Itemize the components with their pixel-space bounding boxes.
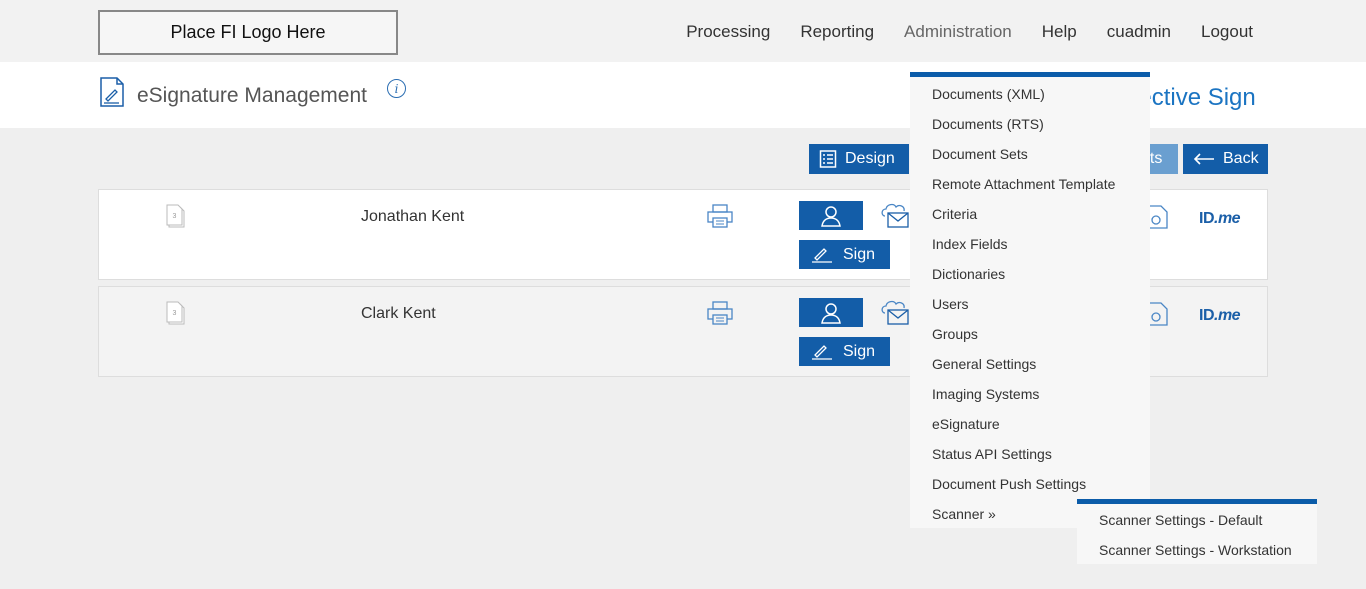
idme-id: ID [1199, 307, 1215, 324]
signer-user-button[interactable] [799, 298, 863, 327]
menu-item-document-sets[interactable]: Document Sets [910, 139, 1150, 169]
menu-item-groups[interactable]: Groups [910, 319, 1150, 349]
signer-name: Jonathan Kent [361, 208, 465, 225]
back-label: Back [1223, 150, 1259, 167]
menu-item-general-settings[interactable]: General Settings [910, 349, 1150, 379]
menu-item-documents-rts[interactable]: Documents (RTS) [910, 109, 1150, 139]
sign-button[interactable]: Sign [799, 337, 890, 366]
page-title: eSignature Management [137, 84, 367, 107]
menu-item-dictionaries[interactable]: Dictionaries [910, 259, 1150, 289]
menu-item-index-fields[interactable]: Index Fields [910, 229, 1150, 259]
nav-administration[interactable]: Administration [904, 22, 1012, 42]
document-count-icon: 3 [166, 301, 185, 325]
menu-item-criteria[interactable]: Criteria [910, 199, 1150, 229]
top-navbar: Place FI Logo Here Processing Reporting … [0, 0, 1366, 62]
menu-item-status-api-settings[interactable]: Status API Settings [910, 439, 1150, 469]
nav-reporting[interactable]: Reporting [800, 22, 874, 42]
sign-label: Sign [843, 342, 876, 360]
idme-me: .me [1214, 210, 1241, 227]
list-icon [819, 150, 837, 168]
sign-label: Sign [843, 245, 876, 263]
pen-icon [812, 344, 832, 360]
menu-item-esignature[interactable]: eSignature [910, 409, 1150, 439]
nav-help[interactable]: Help [1042, 22, 1077, 42]
menu-item-documents-xml[interactable]: Documents (XML) [910, 79, 1150, 109]
print-icon[interactable] [707, 301, 733, 325]
idme-logo[interactable]: ID.me [1199, 210, 1241, 228]
design-button[interactable]: Design [809, 144, 909, 174]
signer-user-button[interactable] [799, 201, 863, 230]
user-icon [821, 205, 841, 227]
idme-id: ID [1199, 210, 1215, 227]
logo-placeholder: Place FI Logo Here [98, 10, 398, 55]
print-icon[interactable] [707, 204, 733, 228]
nav-user[interactable]: cuadmin [1107, 22, 1171, 42]
submenu-item-scanner-workstation[interactable]: Scanner Settings - Workstation [1077, 535, 1317, 565]
menu-item-users[interactable]: Users [910, 289, 1150, 319]
idme-logo[interactable]: ID.me [1199, 307, 1241, 325]
submenu-item-scanner-default[interactable]: Scanner Settings - Default [1077, 505, 1317, 535]
signer-name: Clark Kent [361, 305, 436, 322]
user-icon [821, 302, 841, 324]
document-count-icon: 3 [166, 204, 185, 228]
info-icon[interactable]: i [387, 79, 406, 98]
main-nav: Processing Reporting Administration Help… [686, 22, 1253, 42]
sign-button[interactable]: Sign [799, 240, 890, 269]
nav-logout[interactable]: Logout [1201, 22, 1253, 42]
document-count: 3 [173, 213, 177, 220]
idme-me: .me [1214, 307, 1241, 324]
menu-item-remote-attachment-template[interactable]: Remote Attachment Template [910, 169, 1150, 199]
cloud-mail-icon[interactable] [880, 202, 910, 230]
document-sign-icon [100, 77, 124, 107]
arrow-left-icon [1193, 153, 1214, 165]
back-button[interactable]: Back [1183, 144, 1268, 174]
title-bar: eSignature Management i nective Sign [0, 62, 1366, 128]
menu-item-imaging-systems[interactable]: Imaging Systems [910, 379, 1150, 409]
design-label: Design [845, 150, 895, 167]
cloud-mail-icon[interactable] [880, 299, 910, 327]
document-count: 3 [173, 310, 177, 317]
scanner-submenu: Scanner Settings - Default Scanner Setti… [1077, 499, 1317, 564]
pen-icon [812, 247, 832, 263]
nav-processing[interactable]: Processing [686, 22, 770, 42]
administration-menu: Documents (XML) Documents (RTS) Document… [910, 72, 1150, 528]
menu-item-document-push-settings[interactable]: Document Push Settings [910, 469, 1150, 499]
